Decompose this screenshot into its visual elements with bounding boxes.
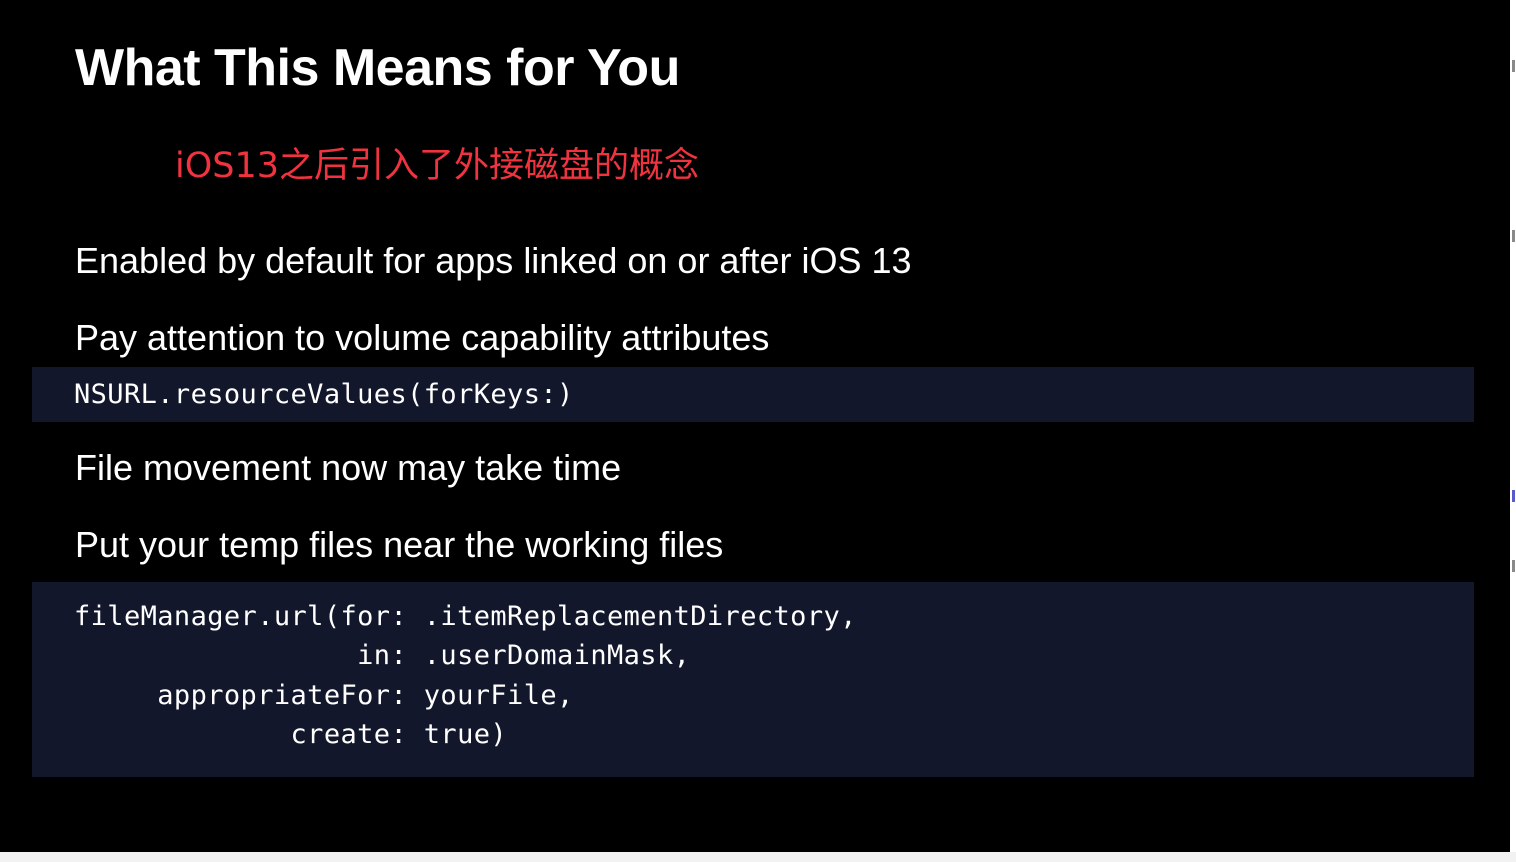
- window-edge-right: [1510, 0, 1516, 862]
- window-edge-bottom: [0, 852, 1516, 862]
- code-line: appropriateFor: yourFile,: [74, 680, 574, 711]
- code-line: in: .userDomainMask,: [74, 640, 691, 671]
- chinese-annotation: iOS13之后引入了外接磁盘的概念: [175, 146, 700, 186]
- code-line: fileManager.url(for: .itemReplacementDir…: [74, 601, 857, 632]
- bullet-enabled-by-default: Enabled by default for apps linked on or…: [75, 240, 912, 281]
- bullet-file-movement: File movement now may take time: [75, 447, 622, 488]
- code-block-file-manager: fileManager.url(for: .itemReplacementDir…: [32, 582, 1474, 777]
- edge-marker: [1512, 60, 1515, 72]
- edge-marker: [1512, 230, 1515, 242]
- presentation-slide: What This Means for You iOS13之后引入了外接磁盘的概…: [0, 0, 1510, 852]
- code-line: create: true): [74, 719, 508, 750]
- slide-title: What This Means for You: [75, 39, 680, 97]
- bullet-temp-files: Put your temp files near the working fil…: [75, 524, 724, 565]
- code-line: NSURL.resourceValues(forKeys:): [74, 379, 574, 410]
- code-block-resource-values: NSURL.resourceValues(forKeys:): [32, 367, 1474, 422]
- bullet-volume-capability: Pay attention to volume capability attri…: [75, 317, 770, 358]
- edge-marker: [1512, 560, 1515, 572]
- edge-marker: [1512, 490, 1515, 502]
